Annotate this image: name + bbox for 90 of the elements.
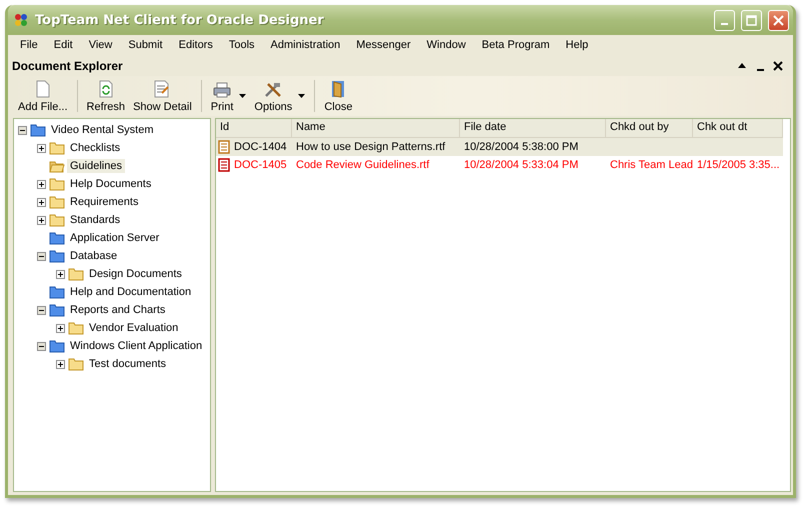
menu-item[interactable]: Help	[558, 39, 596, 51]
document-icon	[154, 80, 170, 98]
table-cell-text: 1/15/2005 3:35...	[696, 158, 781, 173]
document-icon	[36, 80, 50, 98]
tools-icon	[264, 82, 282, 98]
tree-item[interactable]: Database	[67, 249, 120, 263]
document-id: DOC-1404	[234, 141, 287, 153]
caret-icon	[298, 94, 306, 98]
tree-item[interactable]: Requirements	[67, 195, 142, 209]
menu-item[interactable]: Messenger	[348, 39, 419, 51]
expand-icon[interactable]	[37, 180, 46, 188]
expand-icon[interactable]	[56, 270, 65, 278]
folder-icon	[49, 231, 65, 245]
document-id: DOC-1405	[234, 159, 287, 171]
menu-item[interactable]: Tools	[220, 39, 263, 51]
menu-item[interactable]: Administration	[262, 39, 348, 51]
tree-item[interactable]: Windows Client Application	[67, 339, 206, 353]
minimize-icon	[756, 68, 764, 70]
menu-item[interactable]: Edit	[46, 39, 81, 51]
table-row[interactable]: DOC-1404 How to use Design Patterns.rtf 10/28/2004 5:38:00 PM	[216, 138, 783, 156]
tree-item[interactable]: Design Documents	[86, 267, 185, 281]
toolbar-button[interactable]: Add File...	[14, 76, 72, 116]
toolbar-button[interactable]: Options	[250, 76, 310, 116]
open-folder-icon	[49, 159, 65, 173]
maximize-icon	[746, 14, 757, 26]
table-cell-text: 10/28/2004 5:38:00 PM	[463, 140, 580, 155]
menu-item[interactable]: Submit	[120, 39, 171, 51]
refresh-icon	[98, 80, 113, 98]
collapse-icon[interactable]	[37, 252, 46, 260]
folder-icon	[30, 123, 46, 137]
tree-item[interactable]: Standards	[67, 213, 124, 227]
toolbar-button[interactable]: Show Detail	[129, 76, 196, 116]
table-cell-text: Chris Team Lead	[609, 158, 693, 173]
collapse-icon[interactable]	[18, 126, 27, 134]
toolbar-button[interactable]: Print	[206, 76, 250, 116]
expand-icon[interactable]	[37, 144, 46, 152]
column-header[interactable]: Chkd out by	[606, 119, 693, 137]
menu-item[interactable]: File	[12, 39, 46, 51]
folder-icon	[49, 177, 65, 191]
folder-icon	[49, 141, 65, 155]
folder-icon	[49, 249, 65, 263]
table-cell-text: 10/28/2004 5:33:04 PM	[463, 158, 580, 173]
folder-icon	[49, 213, 65, 227]
folder-icon	[49, 195, 65, 209]
folder-icon	[49, 303, 65, 317]
tree-item[interactable]: Test documents	[86, 357, 170, 371]
menu-item[interactable]: Editors	[170, 39, 221, 51]
table-row[interactable]: DOC-1405 Code Review Guidelines.rtf 10/28/2004 5:33:04 PM Chris Team Lead 1/15/2005 3:35...	[216, 156, 783, 174]
menu-item[interactable]: Window	[418, 39, 474, 51]
panel-title: Document Explorer	[12, 58, 124, 72]
folder-icon	[68, 357, 84, 371]
tree-item[interactable]: Help Documents	[67, 177, 154, 191]
tree-item[interactable]: Video Rental System	[48, 123, 157, 137]
document-icon	[218, 140, 230, 154]
folder-icon	[49, 339, 65, 353]
minimize-icon	[721, 23, 728, 25]
close-icon	[773, 14, 784, 26]
tree-item[interactable]: Reports and Charts	[67, 303, 168, 317]
column-header[interactable]: File date	[460, 119, 606, 137]
expand-icon[interactable]	[37, 198, 46, 206]
column-header[interactable]: Name	[292, 119, 460, 137]
triangle-icon	[738, 63, 746, 68]
expand-icon[interactable]	[56, 360, 65, 368]
folder-icon	[68, 267, 84, 281]
caret-icon	[239, 94, 246, 98]
printer-icon	[213, 82, 232, 98]
document-icon	[218, 158, 230, 172]
tree-item[interactable]: Help and Documentation	[67, 285, 194, 299]
table-cell-text: Code Review Guidelines.rtf	[295, 158, 430, 173]
app-icon	[13, 12, 29, 28]
column-header[interactable]: Chk out dt	[693, 119, 783, 137]
close-icon	[773, 60, 783, 70]
window-title: TopTeam Net Client for Oracle Designer	[35, 12, 325, 28]
door-icon	[331, 80, 346, 98]
tree-item[interactable]: Checklists	[67, 141, 124, 155]
table-cell-text: How to use Design Patterns.rtf	[295, 140, 446, 155]
collapse-icon[interactable]	[37, 306, 46, 314]
folder-icon	[68, 321, 84, 335]
tree-item[interactable]: Guidelines	[67, 159, 125, 173]
folder-icon	[49, 285, 65, 299]
column-header[interactable]: Id	[216, 119, 292, 137]
toolbar-button[interactable]: Close	[320, 76, 356, 116]
tree-item[interactable]: Vendor Evaluation	[86, 321, 182, 335]
toolbar-button[interactable]: Refresh	[82, 76, 130, 116]
expand-icon[interactable]	[37, 216, 46, 224]
menu-item[interactable]: Beta Program	[474, 39, 558, 51]
menu-item[interactable]: View	[80, 39, 120, 51]
tree-item[interactable]: Application Server	[67, 231, 162, 245]
expand-icon[interactable]	[56, 324, 65, 332]
collapse-icon[interactable]	[37, 342, 46, 350]
